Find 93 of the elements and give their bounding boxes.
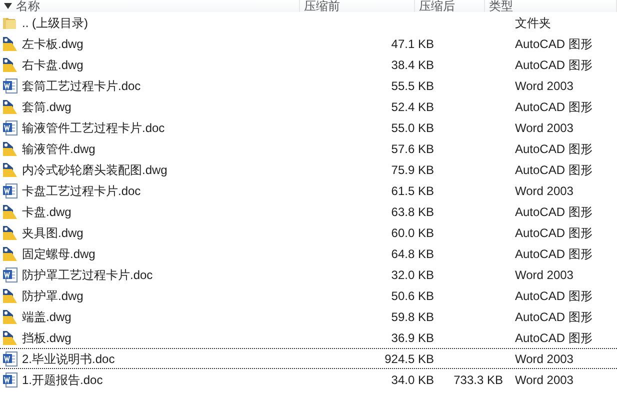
original-size: 34.0 KB	[391, 372, 434, 386]
file-name: 输液管件工艺过程卡片.doc	[21, 120, 166, 136]
file-name: 端盖.dwg	[21, 308, 72, 326]
file-row[interactable]: 左卡板.dwg 47.1 KB AutoCAD 图形	[0, 33, 617, 54]
file-name: 固定螺母.dwg	[21, 246, 96, 262]
original-size: 47.1 KB	[391, 36, 434, 50]
original-size: 36.9 KB	[391, 330, 434, 344]
drawing-file-icon	[2, 330, 18, 346]
file-type: AutoCAD 图形	[515, 246, 592, 260]
word-document-icon	[2, 350, 18, 366]
file-name: 夹具图.dwg	[21, 224, 84, 242]
word-document-icon	[2, 266, 18, 282]
file-name: 输液管件.dwg	[21, 140, 96, 158]
file-name: 1.开题报告.doc	[21, 372, 104, 388]
file-row[interactable]: 防护罩.dwg 50.6 KB AutoCAD 图形	[0, 285, 617, 306]
file-name: .. (上级目录)	[21, 14, 89, 32]
column-header[interactable]: 压缩后	[415, 0, 485, 12]
file-name: 卡盘.dwg	[21, 204, 72, 220]
file-row[interactable]: 右卡盘.dwg 38.4 KB AutoCAD 图形	[0, 54, 617, 75]
file-row[interactable]: 内冷式砂轮磨头装配图.dwg 75.9 KB AutoCAD 图形	[0, 159, 617, 180]
original-size: 59.8 KB	[391, 310, 434, 324]
file-type: Word 2003	[515, 268, 574, 282]
file-type: Word 2003	[515, 372, 574, 386]
original-size: 60.0 KB	[391, 226, 434, 240]
file-type: AutoCAD 图形	[515, 288, 592, 302]
file-type: AutoCAD 图形	[515, 204, 592, 218]
file-type: Word 2003	[515, 184, 574, 198]
file-type: AutoCAD 图形	[515, 310, 592, 324]
file-row[interactable]: 2.毕业说明书.doc 924.5 KB Word 2003	[0, 348, 617, 369]
file-name: 挡板.dwg	[21, 330, 72, 346]
file-type: AutoCAD 图形	[515, 226, 592, 240]
file-name: 套筒工艺过程卡片.doc	[21, 78, 142, 94]
drawing-file-icon	[2, 224, 18, 240]
original-size: 61.5 KB	[391, 184, 434, 198]
drawing-file-icon	[2, 56, 18, 72]
original-size: 57.6 KB	[391, 142, 434, 156]
file-row[interactable]: .. (上级目录) 文件夹	[0, 12, 617, 33]
original-size: 38.4 KB	[391, 58, 434, 72]
original-size: 924.5 KB	[384, 352, 434, 366]
file-name: 套筒.dwg	[21, 98, 72, 116]
original-size: 52.4 KB	[391, 100, 434, 114]
file-type: AutoCAD 图形	[515, 330, 592, 344]
original-size: 55.0 KB	[391, 120, 434, 134]
file-row[interactable]: 挡板.dwg 36.9 KB AutoCAD 图形	[0, 327, 617, 348]
file-row[interactable]: 夹具图.dwg 60.0 KB AutoCAD 图形	[0, 222, 617, 243]
word-document-icon	[2, 78, 18, 94]
drawing-file-icon	[2, 288, 18, 304]
file-type: AutoCAD 图形	[515, 58, 592, 72]
original-size: 64.8 KB	[391, 246, 434, 260]
file-type: AutoCAD 图形	[515, 100, 592, 114]
file-type: Word 2003	[515, 78, 574, 92]
original-size: 75.9 KB	[391, 162, 434, 176]
original-size: 63.8 KB	[391, 204, 434, 218]
file-row[interactable]: 输液管件工艺过程卡片.doc 55.0 KB Word 2003	[0, 117, 617, 138]
drawing-file-icon	[2, 98, 18, 114]
column-header[interactable]: 名称	[0, 0, 300, 12]
file-row[interactable]: 套筒工艺过程卡片.doc 55.5 KB Word 2003	[0, 75, 617, 96]
file-name: 内冷式砂轮磨头装配图.dwg	[21, 162, 168, 178]
file-type: AutoCAD 图形	[515, 142, 592, 156]
file-name: 2.毕业说明书.doc	[21, 350, 116, 368]
file-name: 左卡板.dwg	[21, 36, 84, 52]
drawing-file-icon	[2, 308, 18, 324]
word-document-icon	[2, 182, 18, 198]
file-row[interactable]: 防护罩工艺过程卡片.doc 32.0 KB Word 2003	[0, 264, 617, 285]
file-name: 防护罩.dwg	[21, 288, 84, 304]
drawing-file-icon	[2, 36, 18, 52]
file-row[interactable]: 固定螺母.dwg 64.8 KB AutoCAD 图形	[0, 243, 617, 264]
drawing-file-icon	[2, 246, 18, 262]
file-type: 文件夹	[515, 16, 551, 30]
drawing-file-icon	[2, 162, 18, 178]
file-name: 防护罩工艺过程卡片.doc	[21, 266, 154, 284]
file-row[interactable]: 套筒.dwg 52.4 KB AutoCAD 图形	[0, 96, 617, 117]
original-size: 32.0 KB	[391, 268, 434, 282]
original-size: 50.6 KB	[391, 288, 434, 302]
file-row[interactable]: 卡盘.dwg 63.8 KB AutoCAD 图形	[0, 201, 617, 222]
file-row[interactable]: 端盖.dwg 59.8 KB AutoCAD 图形	[0, 306, 617, 327]
file-name: 右卡盘.dwg	[21, 56, 84, 74]
compressed-size: 733.3 KB	[454, 372, 503, 386]
word-document-icon	[2, 120, 18, 136]
column-header[interactable]: 压缩前	[300, 0, 415, 12]
drawing-file-icon	[2, 140, 18, 156]
file-type: Word 2003	[515, 120, 574, 134]
file-name: 卡盘工艺过程卡片.doc	[21, 182, 142, 200]
file-type: AutoCAD 图形	[515, 162, 592, 176]
word-document-icon	[2, 372, 18, 388]
file-row[interactable]: 1.开题报告.doc 34.0 KB 733.3 KB Word 2003	[0, 369, 617, 390]
drawing-file-icon	[2, 204, 18, 220]
column-header[interactable]: 类型	[485, 0, 617, 12]
file-type: Word 2003	[515, 352, 574, 366]
file-row[interactable]: 卡盘工艺过程卡片.doc 61.5 KB Word 2003	[0, 180, 617, 201]
original-size: 55.5 KB	[391, 78, 434, 92]
file-row[interactable]: 输液管件.dwg 57.6 KB AutoCAD 图形	[0, 138, 617, 159]
file-type: AutoCAD 图形	[515, 36, 592, 50]
